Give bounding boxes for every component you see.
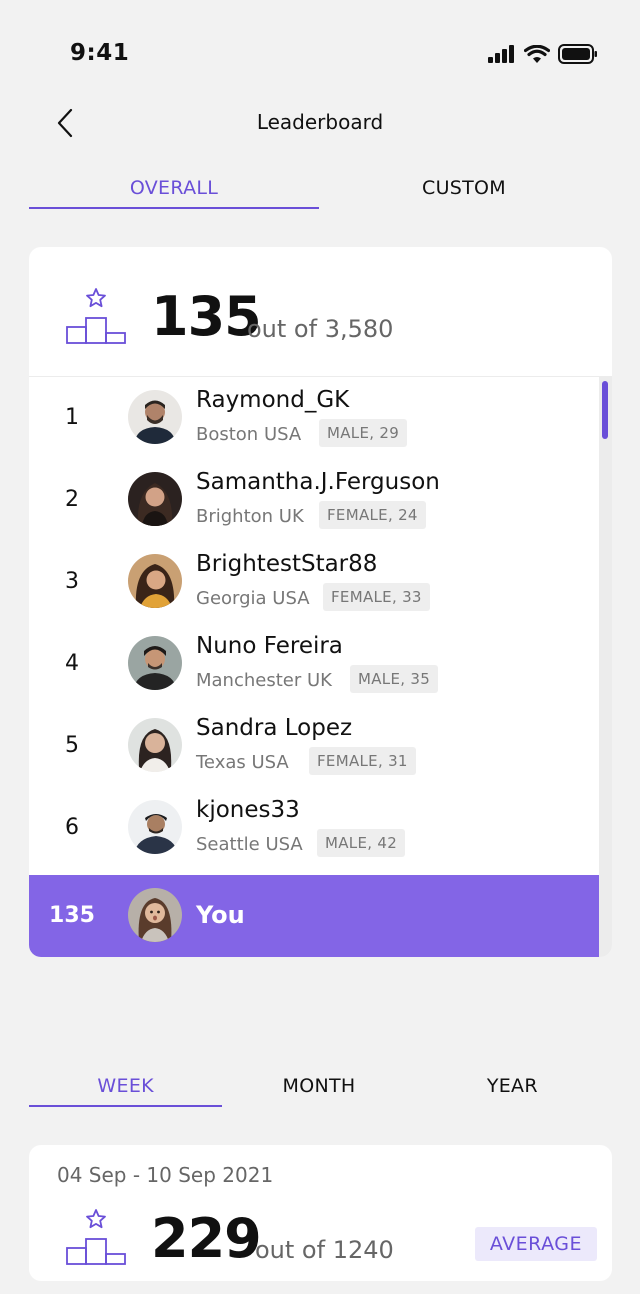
rank-number: 1 [65, 405, 79, 430]
status-time: 9:41 [70, 40, 130, 66]
list-item[interactable]: 4 Nuno Fereira Manchester UK MALE, 35 [29, 623, 599, 705]
rank-number: 5 [65, 733, 79, 758]
avatar [128, 390, 182, 444]
rank-number: 6 [65, 815, 79, 840]
scrollbar[interactable] [599, 377, 612, 957]
username: Sandra Lopez [196, 715, 353, 741]
date-range: 04 Sep - 10 Sep 2021 [57, 1163, 274, 1187]
battery-icon [558, 44, 597, 64]
signal-icon [488, 45, 514, 63]
status-badge: AVERAGE [474, 1227, 597, 1261]
wifi-icon [524, 44, 550, 63]
current-user-row[interactable]: 135 You [29, 875, 599, 957]
user-location: Seattle USA [196, 834, 303, 855]
week-rank-card: 04 Sep - 10 Sep 2021 229 out of 1240 AVE… [29, 1145, 612, 1281]
week-total: out of 1240 [255, 1236, 394, 1264]
rank-number: 2 [65, 487, 79, 512]
tab-month[interactable]: MONTH [222, 1075, 415, 1107]
avatar [128, 718, 182, 772]
list-item[interactable]: 3 BrightestStar88 Georgia USA FEMALE, 33 [29, 541, 599, 623]
tab-custom[interactable]: CUSTOM [319, 177, 609, 209]
username: BrightestStar88 [196, 551, 378, 577]
list-item[interactable]: 6 kjones33 Seattle USA MALE, 42 [29, 787, 599, 869]
status-icons [488, 44, 598, 64]
user-location: Manchester UK [196, 670, 332, 691]
avatar [128, 888, 182, 942]
username: Nuno Fereira [196, 633, 343, 659]
current-user-name: You [196, 901, 245, 929]
current-user-rank: 135 [49, 903, 95, 928]
user-tag: FEMALE, 33 [323, 583, 430, 611]
tab-week[interactable]: WEEK [29, 1075, 223, 1107]
podium-star-icon [66, 288, 126, 344]
list-item[interactable]: 2 Samantha.J.Ferguson Brighton UK FEMALE… [29, 459, 599, 541]
leader-list: 1 Raymond_GK Boston USA MALE, 29 2 Saman… [29, 377, 599, 875]
list-item[interactable]: 5 Sandra Lopez Texas USA FEMALE, 31 [29, 705, 599, 787]
avatar [128, 472, 182, 526]
user-tag: MALE, 29 [319, 419, 408, 447]
user-location: Boston USA [196, 424, 302, 445]
page-title: Leaderboard [256, 110, 384, 134]
podium-star-icon [66, 1209, 126, 1265]
overall-rank: 135 [151, 285, 262, 348]
user-tag: MALE, 42 [317, 829, 406, 857]
avatar [128, 800, 182, 854]
user-location: Texas USA [196, 752, 289, 773]
list-item[interactable]: 1 Raymond_GK Boston USA MALE, 29 [29, 377, 599, 459]
avatar [128, 636, 182, 690]
user-tag: FEMALE, 31 [309, 747, 416, 775]
overall-total: out of 3,580 [247, 315, 394, 343]
username: Samantha.J.Ferguson [196, 469, 440, 495]
leaderboard-card: 135 out of 3,580 1 Raymond_GK Boston USA… [29, 247, 612, 957]
user-location: Georgia USA [196, 588, 310, 609]
user-tag: MALE, 35 [350, 665, 439, 693]
avatar [128, 554, 182, 608]
tab-year[interactable]: YEAR [416, 1075, 609, 1107]
rank-number: 4 [65, 651, 79, 676]
leaderboard-tabs: OVERALL CUSTOM [29, 177, 609, 209]
rank-number: 3 [65, 569, 79, 594]
nav-bar: Leaderboard [0, 100, 640, 146]
week-rank: 229 [151, 1207, 262, 1270]
status-bar: 9:41 [0, 0, 640, 100]
user-location: Brighton UK [196, 506, 304, 527]
username: kjones33 [196, 797, 300, 823]
rank-summary: 135 out of 3,580 [29, 247, 612, 377]
period-tabs: WEEK MONTH YEAR [29, 1075, 609, 1107]
scrollbar-thumb[interactable] [602, 381, 608, 439]
tab-overall[interactable]: OVERALL [29, 177, 319, 209]
username: Raymond_GK [196, 387, 350, 413]
user-tag: FEMALE, 24 [319, 501, 426, 529]
